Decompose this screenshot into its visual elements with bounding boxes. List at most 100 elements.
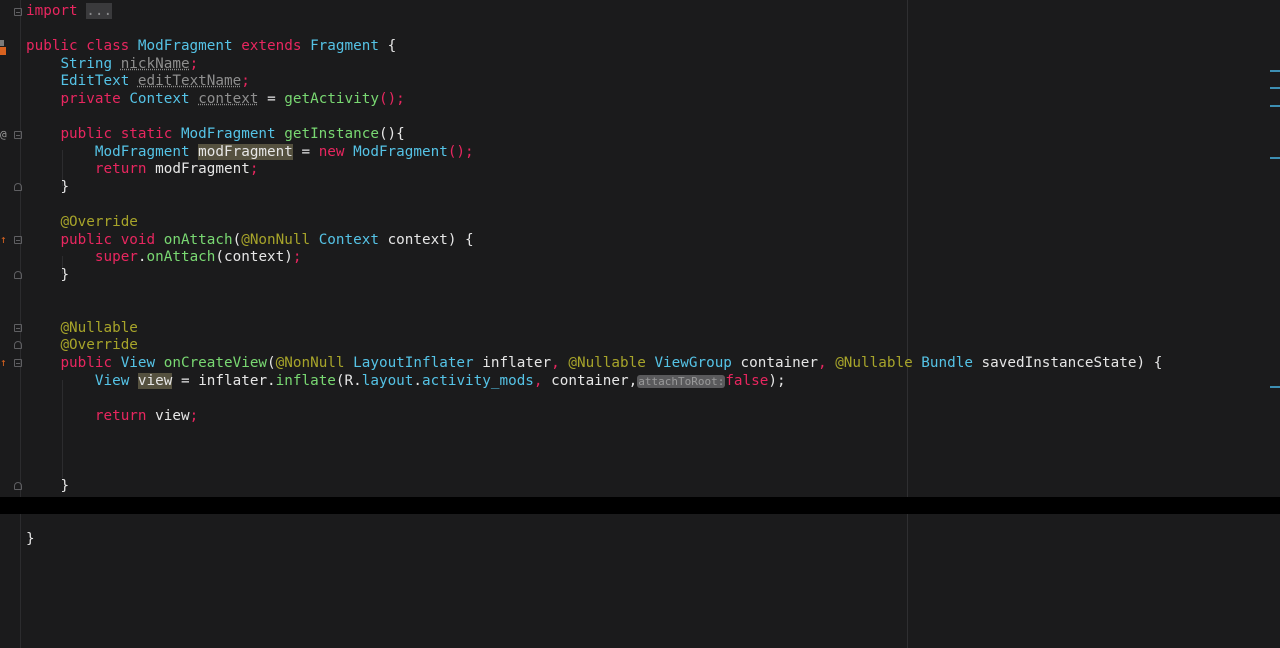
parameter-hint: attachToRoot: [637, 375, 726, 388]
semicolon: ; [189, 408, 199, 424]
implements-up-arrow-icon[interactable]: ↑ [0, 357, 7, 369]
annotation: @Nullable [835, 355, 913, 371]
parameter: container [740, 355, 818, 371]
parameter: context [387, 232, 448, 248]
fold-end-icon[interactable] [14, 341, 22, 349]
right-margin-guide [907, 0, 908, 648]
fold-end-icon[interactable] [14, 482, 22, 490]
code-line-14[interactable]: public void onAttach(@NonNull Context co… [26, 232, 474, 250]
method-call: getActivity [284, 91, 379, 107]
scrollbar-marker[interactable] [1270, 87, 1280, 89]
operator: = [301, 144, 311, 160]
type: ViewGroup [654, 355, 732, 371]
punctuation: ( [267, 355, 276, 371]
code-editor[interactable]: @ ↑ ↑ import ... public class ModFragmen… [0, 0, 1280, 648]
editor-gutter[interactable]: @ ↑ ↑ [0, 0, 22, 648]
fold-getinstance-icon[interactable] [14, 131, 22, 139]
code-line-11[interactable]: } [26, 179, 69, 197]
code-line-20[interactable]: @Override [26, 337, 138, 355]
fold-onattach-icon[interactable] [14, 236, 22, 244]
semicolon: ; [249, 161, 259, 177]
annotation: @Override [60, 337, 138, 353]
operator: = [267, 91, 276, 107]
semicolon: ; [241, 73, 250, 89]
r-class: R [344, 373, 354, 389]
keyword: super [94, 249, 138, 265]
punctuation: ) { [447, 232, 474, 248]
code-line-28[interactable]: } [26, 478, 69, 496]
type: Context [318, 232, 379, 248]
code-line-4[interactable]: String nickName; [26, 56, 198, 74]
fold-end-icon[interactable] [14, 183, 22, 191]
method-name: onAttach [163, 232, 233, 248]
semicolon: ; [292, 249, 302, 265]
fold-annotations-icon[interactable] [14, 324, 22, 332]
keyword: public void [60, 232, 156, 248]
semicolon: ; [189, 56, 199, 72]
variable-highlighted: modFragment [198, 144, 293, 160]
punctuation: (); [447, 144, 474, 160]
keyword: import [26, 3, 78, 19]
variable-highlighted: view [137, 373, 173, 389]
resource-type: layout [361, 373, 414, 389]
fold-oncreateview-icon[interactable] [14, 359, 22, 367]
punctuation: ( [232, 232, 242, 248]
code-line-24[interactable]: return view; [26, 408, 198, 426]
comma: , [628, 373, 638, 389]
punctuation: (); [378, 91, 405, 107]
scrollbar-marker[interactable] [1270, 386, 1280, 388]
implements-up-arrow-icon[interactable]: ↑ [0, 234, 7, 246]
method-name: getInstance [284, 126, 379, 142]
code-line-21[interactable]: public View onCreateView(@NonNull Layout… [26, 355, 1162, 373]
brace: } [60, 267, 70, 283]
method-call: inflate [275, 373, 336, 389]
code-line-16[interactable]: } [26, 267, 69, 285]
type: EditText [60, 73, 130, 89]
return-value: view [155, 408, 190, 424]
code-line-22[interactable]: View view = inflater.inflate(R.layout.ac… [26, 373, 786, 391]
keyword: extends [241, 38, 302, 54]
brace: } [60, 179, 70, 195]
code-line-31[interactable]: } [26, 531, 35, 549]
keyword: public class [26, 38, 130, 54]
keyword: private [60, 91, 121, 107]
keyword: new [318, 144, 345, 160]
keyword: return [94, 408, 147, 424]
comma: , [533, 373, 543, 389]
argument: container [551, 373, 629, 389]
field-name: nickName [120, 56, 190, 72]
scrollbar-marker[interactable] [1270, 157, 1280, 159]
code-line-5[interactable]: EditText editTextName; [26, 73, 250, 91]
override-icon[interactable]: @ [0, 129, 7, 141]
constructor: ModFragment [353, 144, 448, 160]
code-line-6[interactable]: private Context context = getActivity(); [26, 91, 405, 109]
punctuation: ) { [1136, 355, 1163, 371]
scrollbar-marker[interactable] [1270, 105, 1280, 107]
code-line-3[interactable]: public class ModFragment extends Fragmen… [26, 38, 396, 56]
punctuation: . [413, 373, 423, 389]
annotation: @Nullable [60, 320, 138, 336]
parameter: inflater [482, 355, 552, 371]
folded-imports[interactable]: ... [86, 3, 113, 19]
operator: = [180, 373, 190, 389]
punctuation: . [137, 249, 147, 265]
code-line-8[interactable]: public static ModFragment getInstance(){ [26, 126, 404, 144]
scrollbar-marker[interactable] [1270, 70, 1280, 72]
code-line-15[interactable]: super.onAttach(context); [26, 249, 302, 267]
method-name: onCreateView [163, 355, 268, 371]
brace: } [26, 531, 35, 547]
code-line-13[interactable]: @Override [26, 214, 137, 232]
code-line-10[interactable]: return modFragment; [26, 161, 259, 179]
punctuation: ); [768, 373, 786, 389]
code-line-19[interactable]: @Nullable [26, 320, 138, 338]
object-ref: inflater. [198, 373, 276, 389]
fold-end-icon[interactable] [14, 271, 22, 279]
fold-import-icon[interactable] [14, 8, 22, 16]
arguments: (context) [215, 249, 293, 265]
code-line-1[interactable]: import ... [26, 3, 113, 21]
indent-guide [62, 380, 63, 478]
type: Context [129, 91, 190, 107]
code-line-9[interactable]: ModFragment modFragment = new ModFragmen… [26, 144, 474, 162]
brace: { [387, 38, 397, 54]
type: ModFragment [180, 126, 276, 142]
